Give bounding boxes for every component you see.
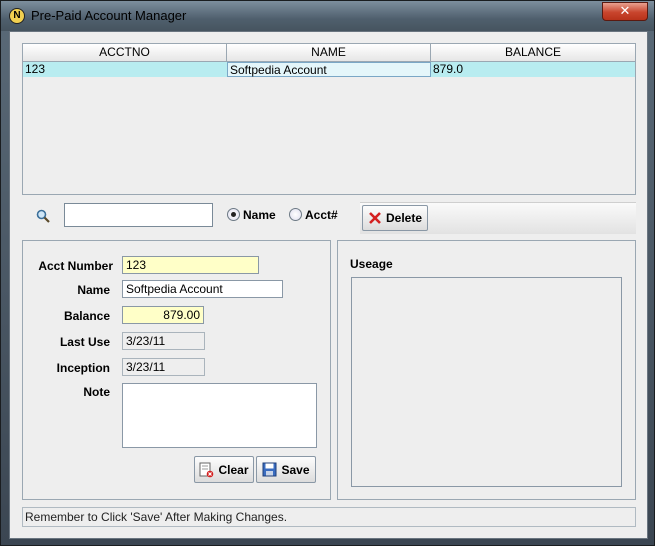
close-icon: ✕ [619,4,631,19]
table-header: ACCTNO NAME BALANCE [23,44,635,62]
clear-icon [199,462,214,477]
window-title: Pre-Paid Account Manager [31,8,187,23]
client-area: ACCTNO NAME BALANCE 123 Softpedia Accoun… [9,31,648,539]
account-details-panel: Acct Number 123 Name Softpedia Account B… [22,240,331,500]
usage-panel: Useage [337,240,636,500]
column-header-acctno[interactable]: ACCTNO [23,44,227,61]
app-window: N Pre-Paid Account Manager ✕ ACCTNO NAME… [0,0,655,546]
delete-label: Delete [385,211,423,225]
save-label: Save [281,462,310,477]
radio-search-by-acct[interactable] [289,208,302,221]
delete-x-icon [369,212,381,224]
note-textarea[interactable] [122,383,317,448]
delete-button[interactable]: Delete [362,205,428,231]
accounts-table: ACCTNO NAME BALANCE 123 Softpedia Accoun… [22,43,636,195]
cell-name[interactable]: Softpedia Account [227,62,431,77]
clear-button[interactable]: Clear [194,456,254,483]
balance-label: Balance [63,309,110,323]
radio-acct-label[interactable]: Acct# [305,208,338,222]
cell-balance[interactable]: 879.0 [431,62,635,77]
last-use-label: Last Use [59,335,110,349]
name-label: Name [77,283,110,297]
table-row[interactable]: 123 Softpedia Account 879.0 [23,62,635,77]
usage-area[interactable] [351,277,622,487]
usage-title: Useage [350,257,393,271]
last-use-field: 3/23/11 [122,332,205,350]
cell-acctno[interactable]: 123 [23,62,227,77]
radio-name-label[interactable]: Name [243,208,276,222]
note-label: Note [83,385,110,399]
search-input[interactable] [64,203,213,227]
balance-field[interactable]: 879.00 [122,306,204,324]
close-button[interactable]: ✕ [602,2,648,21]
title-bar[interactable]: N Pre-Paid Account Manager ✕ [1,1,654,31]
delete-toolbar: Delete [360,202,636,234]
name-field[interactable]: Softpedia Account [122,280,283,298]
acct-number-field[interactable]: 123 [122,256,259,274]
status-bar: Remember to Click 'Save' After Making Ch… [22,507,636,527]
acct-number-label: Acct Number [38,259,113,273]
clear-label: Clear [218,462,249,477]
column-header-balance[interactable]: BALANCE [431,44,635,61]
inception-label: Inception [56,361,110,375]
app-icon: N [9,8,25,24]
search-icon [36,209,50,223]
radio-search-by-name[interactable] [227,208,240,221]
inception-field: 3/23/11 [122,358,205,376]
column-header-name[interactable]: NAME [227,44,431,61]
save-button[interactable]: Save [256,456,316,483]
save-disk-icon [262,462,277,477]
